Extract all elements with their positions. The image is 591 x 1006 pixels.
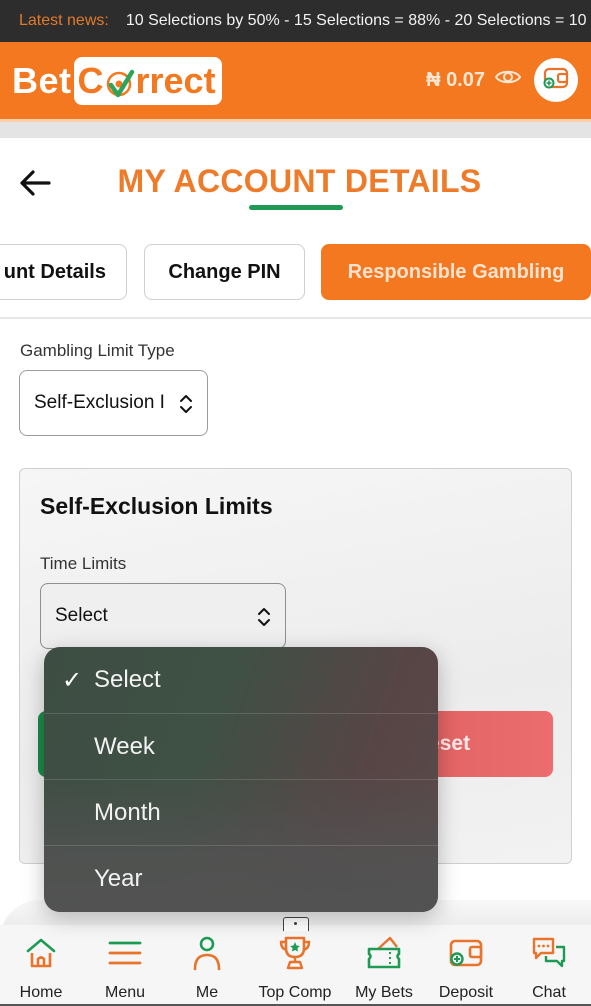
- eye-icon[interactable]: [494, 68, 522, 92]
- time-limits-select[interactable]: Select: [40, 583, 286, 649]
- trophy-icon: [277, 935, 313, 976]
- wallet-icon: [543, 67, 569, 94]
- tabs-divider: [0, 317, 591, 319]
- news-label: Latest news:: [19, 12, 109, 29]
- menu-icon: [107, 935, 143, 976]
- nav-chat[interactable]: Chat: [509, 935, 589, 1003]
- title-underline: [249, 205, 343, 210]
- dropdown-option-week[interactable]: Week: [44, 713, 438, 779]
- balance-display: ₦ 0.07: [426, 68, 522, 92]
- home-icon: [23, 935, 59, 976]
- nav-home[interactable]: Home: [1, 935, 81, 1003]
- gambling-limit-type-select[interactable]: Self-Exclusion I: [19, 370, 208, 436]
- chat-icon: [531, 935, 567, 976]
- card-title: Self-Exclusion Limits: [40, 493, 273, 519]
- chevron-up-down-icon: [257, 606, 271, 634]
- account-tabs: unt Details Change PIN Responsible Gambl…: [0, 244, 591, 300]
- checkmark-icon: ✓: [62, 666, 83, 694]
- nav-chat-label: Chat: [532, 984, 566, 1001]
- wallet-icon: [448, 935, 484, 976]
- nav-deposit[interactable]: Deposit: [426, 935, 506, 1003]
- dropdown-option-year[interactable]: Year: [44, 845, 438, 911]
- option-label: Select: [94, 666, 161, 693]
- nav-deposit-label: Deposit: [438, 984, 494, 1001]
- nav-my-bets[interactable]: My Bets: [344, 935, 424, 1003]
- tab-account-details[interactable]: unt Details: [0, 244, 127, 300]
- tab-responsible-gambling[interactable]: Responsible Gambling: [321, 244, 591, 300]
- nav-menu-label: Menu: [104, 984, 146, 1001]
- logo-box: C rrect: [73, 57, 222, 105]
- nav-home-label: Home: [19, 984, 63, 1001]
- logo-text-c: C: [77, 60, 104, 101]
- gambling-limit-type-value: Self-Exclusion I: [34, 392, 165, 413]
- football-check-icon: [105, 66, 135, 98]
- time-limits-dropdown: ✓ Select Week Month Year: [44, 647, 438, 912]
- time-limits-value: Select: [55, 605, 108, 626]
- dropdown-option-select[interactable]: ✓ Select: [44, 647, 438, 713]
- nav-me-label: Me: [195, 984, 219, 1001]
- option-label: Year: [94, 864, 143, 892]
- option-label: Week: [94, 732, 155, 760]
- dropdown-option-month[interactable]: Month: [44, 779, 438, 845]
- tab-change-pin[interactable]: Change PIN: [144, 244, 305, 300]
- logo-text-bet: Bet: [12, 60, 72, 101]
- wallet-button[interactable]: [534, 58, 578, 102]
- nav-me[interactable]: Me: [167, 935, 247, 1003]
- nav-handle[interactable]: [283, 917, 309, 931]
- user-icon: [189, 935, 225, 976]
- balance-amount: ₦ 0.07: [426, 68, 485, 91]
- nav-top-comp[interactable]: Top Comp: [255, 935, 335, 1003]
- time-limits-label: Time Limits: [40, 554, 127, 573]
- gambling-limit-type-label: Gambling Limit Type: [20, 341, 175, 360]
- chevron-up-down-icon: [179, 393, 193, 421]
- logo-text-rrect: rrect: [135, 60, 216, 101]
- nav-menu[interactable]: Menu: [85, 935, 165, 1003]
- page-title: MY ACCOUNT DETAILS: [117, 163, 482, 199]
- nav-my-bets-label: My Bets: [355, 984, 413, 1001]
- option-label: Month: [94, 798, 161, 826]
- news-ticker: Latest news: 10 Selections by 50% - 15 S…: [0, 0, 591, 42]
- app-header: Bet C rrect ₦ 0.07: [0, 42, 591, 119]
- ticket-icon: [366, 935, 402, 976]
- news-text: 10 Selections by 50% - 15 Selections = 8…: [125, 12, 587, 29]
- header-divider: [0, 122, 591, 138]
- betcorrect-logo[interactable]: Bet C rrect: [12, 57, 222, 105]
- nav-top-comp-label: Top Comp: [258, 984, 332, 1001]
